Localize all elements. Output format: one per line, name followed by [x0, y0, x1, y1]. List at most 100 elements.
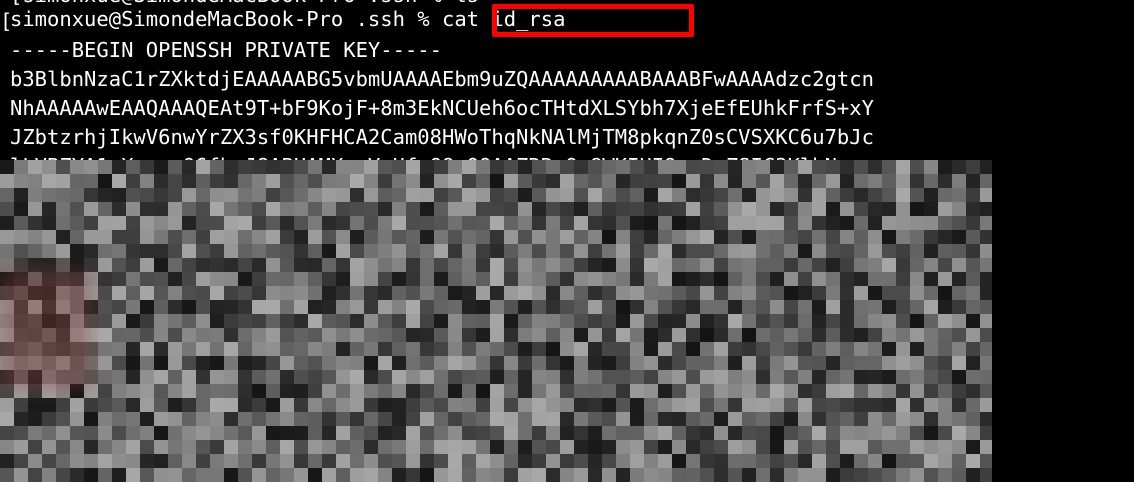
- mosaic-cell: [714, 370, 728, 384]
- mosaic-cell: [840, 426, 854, 440]
- mosaic-cell: [826, 426, 840, 440]
- mosaic-cell: [602, 454, 616, 468]
- mosaic-cell: [56, 398, 70, 412]
- mosaic-cell: [630, 356, 644, 370]
- mosaic-cell: [406, 412, 420, 426]
- mosaic-cell: [588, 398, 602, 412]
- mosaic-cell: [126, 160, 140, 174]
- mosaic-cell: [938, 258, 952, 272]
- mosaic-cell: [812, 160, 826, 174]
- mosaic-cell: [658, 272, 672, 286]
- mosaic-cell: [350, 300, 364, 314]
- mosaic-cell: [238, 468, 252, 482]
- mosaic-cell: [616, 440, 630, 454]
- mosaic-cell: [462, 454, 476, 468]
- mosaic-cell: [168, 272, 182, 286]
- mosaic-cell: [742, 440, 756, 454]
- mosaic-cell: [574, 244, 588, 258]
- mosaic-cell: [938, 300, 952, 314]
- mosaic-cell: [588, 230, 602, 244]
- mosaic-cell: [98, 258, 112, 272]
- mosaic-cell: [658, 384, 672, 398]
- mosaic-cell: [728, 328, 742, 342]
- mosaic-cell: [210, 426, 224, 440]
- mosaic-cell: [924, 426, 938, 440]
- mosaic-cell: [924, 440, 938, 454]
- mosaic-cell: [952, 342, 966, 356]
- mosaic-cell: [672, 272, 686, 286]
- mosaic-cell: [406, 202, 420, 216]
- mosaic-cell: [910, 202, 924, 216]
- mosaic-cell: [714, 328, 728, 342]
- mosaic-cell: [28, 230, 42, 244]
- mosaic-cell: [826, 440, 840, 454]
- mosaic-cell: [896, 202, 910, 216]
- mosaic-cell: [798, 454, 812, 468]
- mosaic-cell: [224, 356, 238, 370]
- mosaic-cell: [490, 370, 504, 384]
- mosaic-cell: [602, 216, 616, 230]
- mosaic-cell: [294, 188, 308, 202]
- mosaic-cell: [966, 160, 980, 174]
- mosaic-cell: [434, 160, 448, 174]
- mosaic-cell: [574, 412, 588, 426]
- mosaic-cell: [896, 286, 910, 300]
- mosaic-cell: [210, 202, 224, 216]
- mosaic-cell: [434, 272, 448, 286]
- mosaic-cell: [504, 216, 518, 230]
- mosaic-cell: [728, 230, 742, 244]
- mosaic-cell: [798, 202, 812, 216]
- terminal-window[interactable]: [simonxue@SimondeMacBook-Pro .ssh % ls […: [0, 0, 1134, 482]
- mosaic-cell: [588, 370, 602, 384]
- mosaic-cell: [644, 258, 658, 272]
- mosaic-cell: [644, 202, 658, 216]
- mosaic-cell: [392, 188, 406, 202]
- mosaic-cell: [154, 244, 168, 258]
- mosaic-cell: [224, 244, 238, 258]
- mosaic-cell: [392, 258, 406, 272]
- mosaic-cell: [812, 426, 826, 440]
- mosaic-cell: [434, 314, 448, 328]
- mosaic-cell: [560, 370, 574, 384]
- mosaic-cell: [910, 356, 924, 370]
- mosaic-cell: [294, 342, 308, 356]
- mosaic-cell: [196, 342, 210, 356]
- mosaic-cell: [350, 342, 364, 356]
- mosaic-cell: [294, 454, 308, 468]
- mosaic-cell: [252, 468, 266, 482]
- mosaic-cell: [588, 328, 602, 342]
- mosaic-cell: [588, 342, 602, 356]
- mosaic-cell: [168, 216, 182, 230]
- mosaic-cell: [938, 244, 952, 258]
- mosaic-cell: [644, 244, 658, 258]
- mosaic-cell: [770, 426, 784, 440]
- pixelated-redaction: [0, 160, 992, 482]
- mosaic-cell: [798, 314, 812, 328]
- mosaic-cell: [252, 328, 266, 342]
- mosaic-cell: [616, 188, 630, 202]
- mosaic-cell: [784, 216, 798, 230]
- mosaic-cell: [280, 286, 294, 300]
- mosaic-cell: [546, 272, 560, 286]
- mosaic-cell: [896, 370, 910, 384]
- mosaic-cell: [952, 412, 966, 426]
- mosaic-cell: [196, 426, 210, 440]
- mosaic-cell: [294, 202, 308, 216]
- mosaic-cell: [462, 300, 476, 314]
- mosaic-cell: [896, 468, 910, 482]
- mosaic-cell: [266, 328, 280, 342]
- mosaic-cell: [210, 384, 224, 398]
- mosaic-cell: [854, 258, 868, 272]
- mosaic-cell: [70, 202, 84, 216]
- mosaic-cell: [168, 342, 182, 356]
- mosaic-cell: [350, 384, 364, 398]
- mosaic-cell: [448, 188, 462, 202]
- mosaic-cell: [252, 384, 266, 398]
- mosaic-cell: [980, 258, 992, 272]
- mosaic-cell: [770, 342, 784, 356]
- mosaic-cell: [14, 468, 28, 482]
- mosaic-cell: [294, 314, 308, 328]
- mosaic-cell: [280, 244, 294, 258]
- mosaic-cell: [770, 258, 784, 272]
- mosaic-cell: [504, 370, 518, 384]
